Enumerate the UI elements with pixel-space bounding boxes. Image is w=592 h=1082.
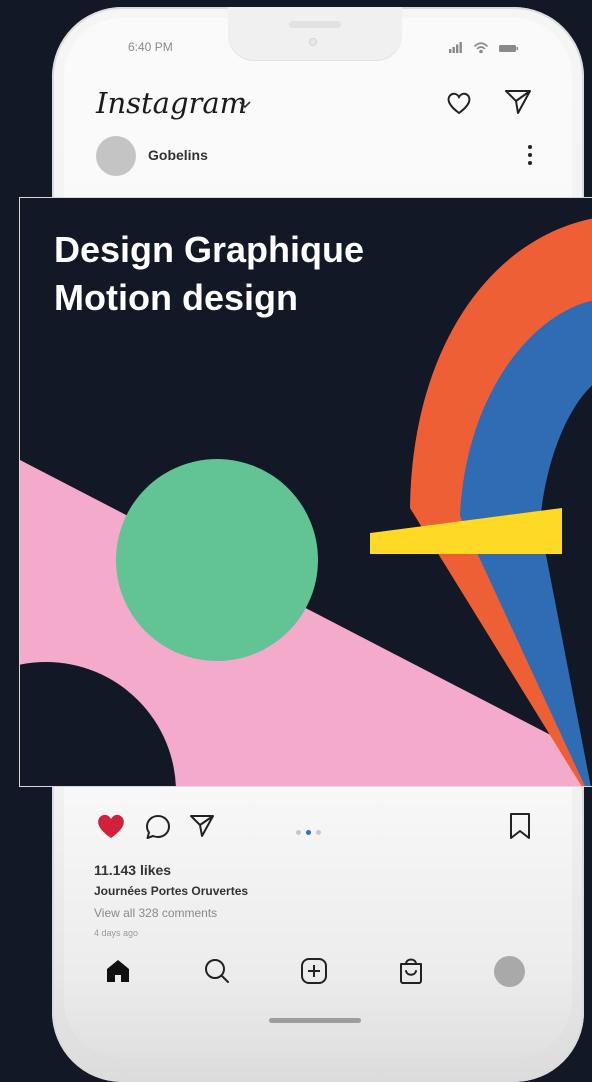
carousel-indicator bbox=[296, 822, 326, 840]
chevron-down-icon[interactable] bbox=[238, 100, 252, 110]
profile-avatar[interactable] bbox=[494, 956, 525, 987]
signal-icon bbox=[449, 42, 462, 53]
carousel-dot-active bbox=[306, 830, 311, 835]
bookmark-icon[interactable] bbox=[508, 812, 532, 840]
more-vertical-icon[interactable] bbox=[524, 144, 536, 168]
add-post-icon[interactable] bbox=[300, 957, 328, 985]
heart-icon[interactable] bbox=[444, 88, 474, 118]
battery-icon bbox=[499, 45, 519, 52]
home-icon[interactable] bbox=[104, 957, 132, 985]
share-icon[interactable] bbox=[188, 812, 216, 840]
post-author-avatar[interactable] bbox=[96, 136, 136, 176]
post-caption: Journées Portes Oruvertes bbox=[94, 884, 249, 898]
status-icons bbox=[449, 42, 519, 54]
post-image-title: Design Graphique Motion design bbox=[54, 229, 365, 318]
notch bbox=[228, 7, 402, 61]
speaker bbox=[289, 21, 341, 28]
heart-filled-icon[interactable] bbox=[95, 812, 127, 840]
camera bbox=[309, 38, 317, 46]
carousel-dot bbox=[316, 830, 321, 835]
status-time: 6:40 PM bbox=[128, 40, 173, 54]
instagram-logo[interactable]: Instagram bbox=[96, 86, 247, 120]
wifi-icon bbox=[474, 42, 488, 54]
direct-message-icon[interactable] bbox=[503, 87, 533, 117]
search-icon[interactable] bbox=[203, 957, 231, 985]
post-timestamp: 4 days ago bbox=[94, 928, 139, 938]
post-image[interactable]: Design Graphique Motion design bbox=[20, 198, 592, 786]
home-indicator[interactable] bbox=[269, 1018, 361, 1023]
carousel-dot bbox=[296, 830, 301, 835]
post-author-name[interactable]: Gobelins bbox=[148, 147, 208, 163]
likes-count[interactable]: 11.143 likes bbox=[94, 862, 171, 878]
comment-icon[interactable] bbox=[144, 813, 172, 841]
shop-icon[interactable] bbox=[397, 955, 425, 985]
view-comments-link[interactable]: View all 328 comments bbox=[94, 906, 217, 920]
green-circle bbox=[116, 459, 318, 661]
